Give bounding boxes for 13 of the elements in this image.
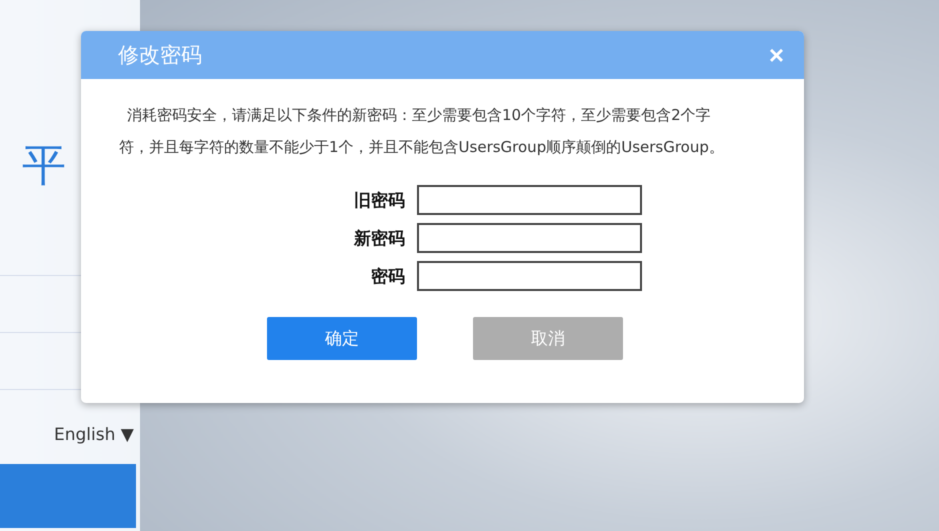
password-rules-text: 消耗密码安全，请满足以下条件的新密码：至少需要包含10个字符，至少需要包含2个字符，并且每字符的数量不能少于1个，并且不能包含UsersGroup顺序颠倒的UsersGroup。: [119, 105, 725, 158]
language-dropdown[interactable]: English ▼: [54, 424, 140, 446]
field-label: 新密码: [352, 228, 405, 250]
field-label: 旧密码: [353, 190, 405, 212]
close-button[interactable]: ×: [768, 42, 784, 68]
page-title: 平: [22, 140, 66, 192]
field-label: 密码: [370, 266, 405, 288]
password-field[interactable]: [417, 261, 642, 291]
password-field[interactable]: [417, 185, 642, 215]
confirm-button[interactable]: 确定: [267, 317, 417, 360]
cancel-button[interactable]: 取消: [473, 317, 623, 360]
dialog-title: 修改密码: [118, 42, 202, 69]
password-field[interactable]: [417, 223, 642, 253]
